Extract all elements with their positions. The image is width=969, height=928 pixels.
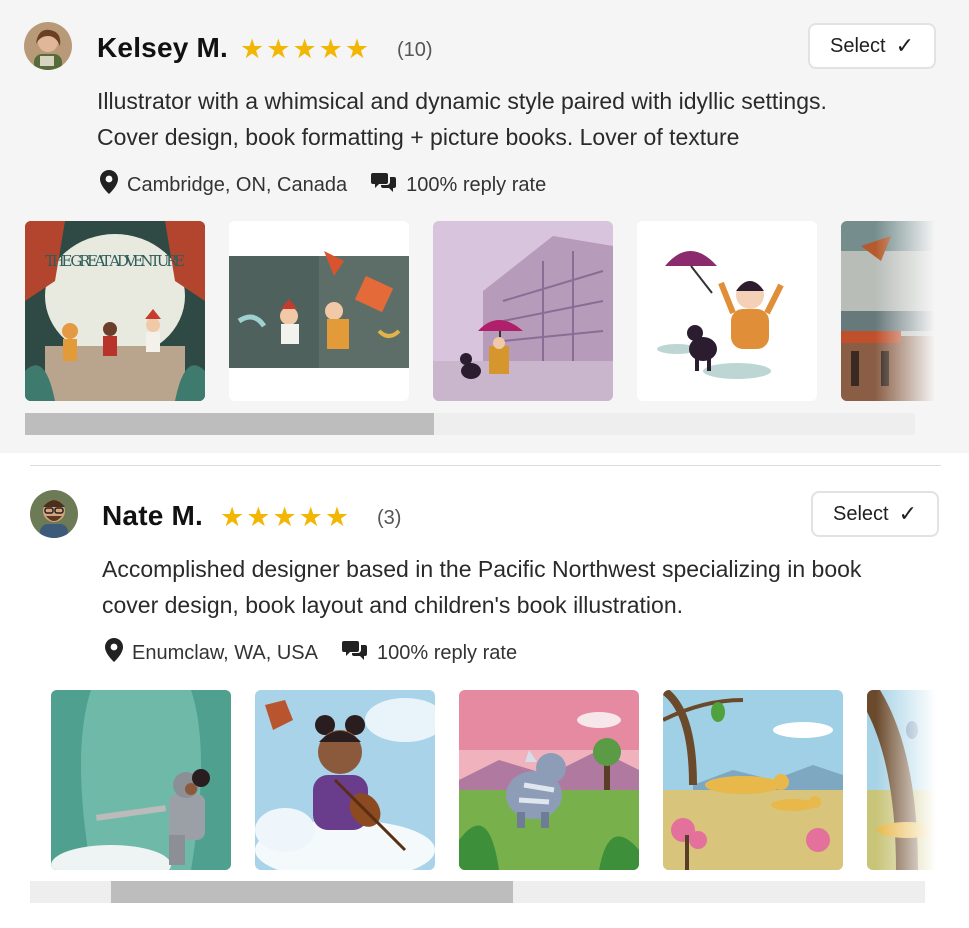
gallery-scrollbar[interactable] [25,413,915,435]
avatar[interactable] [30,490,78,538]
bio-line: Illustrator with a whimsical and dynamic… [97,88,827,114]
designer-meta: Cambridge, ON, Canada 100% reply rate [100,170,570,200]
chat-bubbles-icon [371,171,397,199]
location-text: Enumclaw, WA, USA [132,641,318,664]
review-count[interactable]: (10) [397,39,433,62]
reply-rate-text: 100% reply rate [406,173,547,196]
portfolio-image[interactable] [433,221,613,401]
select-label: Select [832,502,889,525]
card-divider [30,465,941,466]
review-count[interactable]: (3) [377,507,401,530]
bio-line: Accomplished designer based in the Pacif… [102,556,862,582]
select-button[interactable]: Select ✓ [808,23,936,69]
portfolio-image[interactable] [229,221,409,401]
portfolio-image[interactable] [459,690,639,870]
star-icon: ★ [266,34,291,64]
star-icon: ★ [272,502,297,532]
map-pin-icon [100,170,118,200]
gallery-fade [876,690,936,872]
portfolio-image[interactable] [637,221,817,401]
star-icon: ★ [298,502,323,532]
avatar[interactable] [24,22,72,70]
map-pin-icon [105,638,123,668]
bio-line: Cover design, book formatting + picture … [97,124,740,150]
portfolio-image[interactable] [663,690,843,870]
star-icon: ★ [246,502,271,532]
select-label: Select [829,34,886,57]
rating-stars: ★ ★ ★ ★ ★ [220,504,349,531]
designer-name[interactable]: Nate M. [102,500,203,532]
designer-card-nate: Nate M. ★ ★ ★ ★ ★ (3) Select ✓ Accomplis… [0,470,969,928]
gallery-scrollbar[interactable] [30,881,925,903]
star-icon: ★ [344,34,370,64]
scrollbar-thumb[interactable] [110,881,514,903]
reply-rate-text: 100% reply rate [376,641,518,664]
portfolio-gallery[interactable] [51,690,936,872]
checkmark-icon: ✓ [898,501,918,526]
designer-bio: Accomplished designer based in the Pacif… [102,551,861,623]
select-button[interactable]: Select ✓ [811,491,939,537]
portfolio-image[interactable] [255,690,435,870]
chat-bubbles-icon [341,639,368,667]
designer-meta: Enumclaw, WA, USA 100% reply rate [105,638,541,668]
star-icon: ★ [324,502,350,532]
location-text: Cambridge, ON, Canada [127,173,348,196]
portfolio-gallery[interactable]: THE GREAT ADVENTURE [25,221,935,403]
gallery-fade [875,221,935,403]
star-icon: ★ [292,34,317,64]
cover-title-text: THE GREAT ADVENTURE [45,252,185,270]
portfolio-image[interactable]: THE GREAT ADVENTURE [25,221,205,401]
star-icon: ★ [318,34,343,64]
portfolio-image[interactable] [51,690,231,870]
star-icon: ★ [240,34,265,64]
star-icon: ★ [220,502,245,532]
bio-line: cover design, book layout and children's… [102,592,684,618]
scrollbar-thumb[interactable] [25,413,435,435]
designer-name[interactable]: Kelsey M. [97,32,228,64]
designer-card-kelsey: Kelsey M. ★ ★ ★ ★ ★ (10) Select ✓ Illust… [0,0,969,453]
rating-stars: ★ ★ ★ ★ ★ [240,36,369,63]
designer-bio: Illustrator with a whimsical and dynamic… [97,83,827,155]
checkmark-icon: ✓ [895,33,915,58]
